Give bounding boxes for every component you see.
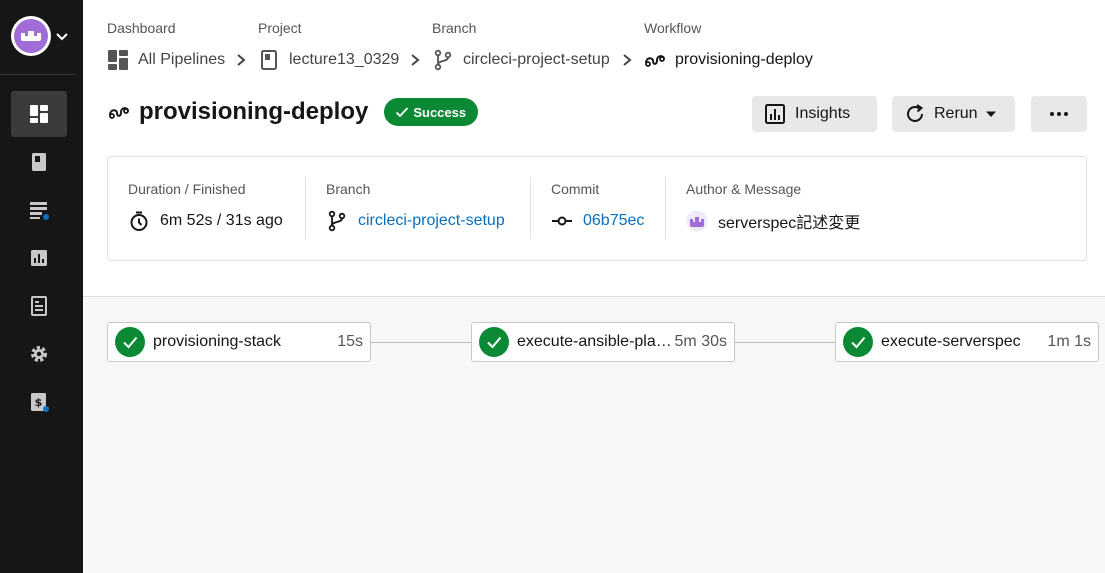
caret-down-icon	[985, 111, 996, 117]
author-avatar-icon	[686, 210, 708, 232]
job-execute-ansible-playbook[interactable]: execute-ansible-playbook 5m 30s	[471, 322, 735, 362]
commit-icon	[552, 216, 572, 226]
chevron-right-icon	[623, 54, 632, 66]
workflow-header: Dashboard All Pipelines Project lecture1…	[83, 0, 1105, 297]
job-name: execute-serverspec	[881, 333, 1021, 350]
workflow-summary: Duration / Finished 6m 52s / 31s ago Bra…	[107, 156, 1087, 261]
job-duration: 1m 1s	[1047, 333, 1091, 350]
job-name: provisioning-stack	[153, 333, 282, 350]
breadcrumb-branch-text: circleci-project-setup	[463, 51, 610, 68]
duration-label: Duration / Finished	[128, 181, 246, 197]
duration-text: 6m 52s / 31s ago	[160, 212, 283, 229]
sidebar-item-dashboard[interactable]	[11, 91, 67, 137]
job-provisioning-stack[interactable]: provisioning-stack 15s	[107, 322, 371, 362]
settings-icon	[31, 346, 47, 362]
commit-value[interactable]: 06b75ec	[551, 209, 644, 233]
dashboard-icon	[108, 50, 128, 70]
job-connector	[371, 342, 471, 343]
docs-icon	[31, 296, 47, 316]
commit-link[interactable]: 06b75ec	[583, 212, 644, 230]
breadcrumb-all-pipelines[interactable]: All Pipelines	[107, 48, 225, 72]
summary-divider	[530, 177, 531, 239]
branch-value[interactable]: circleci-project-setup	[326, 209, 505, 233]
refresh-icon	[907, 104, 924, 122]
check-icon	[396, 107, 409, 118]
title-row: provisioning-deploy Success	[108, 98, 479, 126]
job-name: execute-ansible-playbook	[517, 333, 673, 350]
dashboard-icon	[30, 105, 48, 123]
author-value: serverspec記述変更	[686, 209, 860, 233]
chevron-right-icon	[237, 54, 246, 66]
workflow-icon	[109, 107, 129, 119]
breadcrumb-project[interactable]: lecture13_0329	[258, 48, 399, 72]
duration-value: 6m 52s / 31s ago	[128, 209, 283, 233]
sidebar-item-insights[interactable]	[11, 235, 67, 281]
success-icon	[479, 327, 509, 357]
breadcrumb-dashboard-label: Dashboard	[107, 20, 176, 36]
breadcrumb-branch[interactable]: circleci-project-setup	[432, 48, 610, 72]
svg-text:$: $	[35, 396, 43, 409]
git-branch-icon	[328, 210, 346, 232]
org-switcher[interactable]	[11, 16, 69, 56]
stopwatch-icon	[130, 211, 148, 231]
summary-divider	[665, 177, 666, 239]
project-icon	[261, 50, 277, 70]
breadcrumb-project-label: Project	[258, 20, 302, 36]
projects-icon	[32, 153, 46, 171]
breadcrumb-project-text: lecture13_0329	[289, 51, 400, 68]
job-duration: 15s	[337, 333, 363, 350]
breadcrumb-branch-label: Branch	[432, 20, 477, 36]
breadcrumb-workflow-label: Workflow	[644, 20, 702, 36]
commit-label: Commit	[551, 181, 600, 197]
job-execute-serverspec[interactable]: execute-serverspec 1m 1s	[835, 322, 1099, 362]
sidebar-item-billing[interactable]: $	[11, 379, 67, 425]
insights-button[interactable]: Insights	[752, 96, 877, 132]
insights-button-label: Insights	[795, 105, 851, 122]
summary-divider	[305, 177, 306, 239]
status-text: Success	[413, 104, 467, 120]
commit-message: serverspec記述変更	[718, 215, 861, 232]
breadcrumb-workflow-text: provisioning-deploy	[675, 51, 813, 68]
more-actions-button[interactable]	[1031, 96, 1087, 132]
sidebar-divider	[0, 74, 75, 75]
job-duration: 5m 30s	[674, 333, 727, 350]
branch-link[interactable]: circleci-project-setup	[358, 212, 505, 230]
breadcrumb-workflow[interactable]: provisioning-deploy	[644, 48, 813, 72]
org-avatar-icon[interactable]	[11, 16, 51, 56]
page-title: provisioning-deploy	[139, 98, 369, 125]
insights-icon	[765, 104, 785, 124]
rerun-button[interactable]: Rerun	[892, 96, 1015, 132]
insights-icon	[31, 250, 47, 266]
more-horizontal-icon	[1050, 112, 1068, 116]
author-label: Author & Message	[686, 181, 802, 197]
chevron-down-icon[interactable]	[55, 29, 69, 43]
chevron-right-icon	[411, 54, 420, 66]
status-badge: Success	[384, 98, 479, 126]
workflow-graph: provisioning-stack 15s execute-ansible-p…	[83, 298, 1105, 573]
success-icon	[115, 327, 145, 357]
branch-label: Branch	[326, 181, 371, 197]
git-branch-icon	[434, 49, 452, 71]
workflow-icon	[645, 55, 665, 67]
job-connector	[735, 342, 835, 343]
sidebar-item-docs[interactable]	[11, 283, 67, 329]
billing-icon: $	[31, 393, 49, 412]
rerun-button-label: Rerun	[934, 105, 978, 122]
breadcrumb-all-pipelines-text: All Pipelines	[138, 51, 226, 68]
sidebar-item-projects[interactable]	[11, 139, 67, 185]
plans-icon	[30, 202, 49, 220]
success-icon	[843, 327, 873, 357]
sidebar-item-plans[interactable]	[11, 187, 67, 233]
sidebar: $	[0, 0, 83, 573]
sidebar-item-settings[interactable]	[11, 331, 67, 377]
